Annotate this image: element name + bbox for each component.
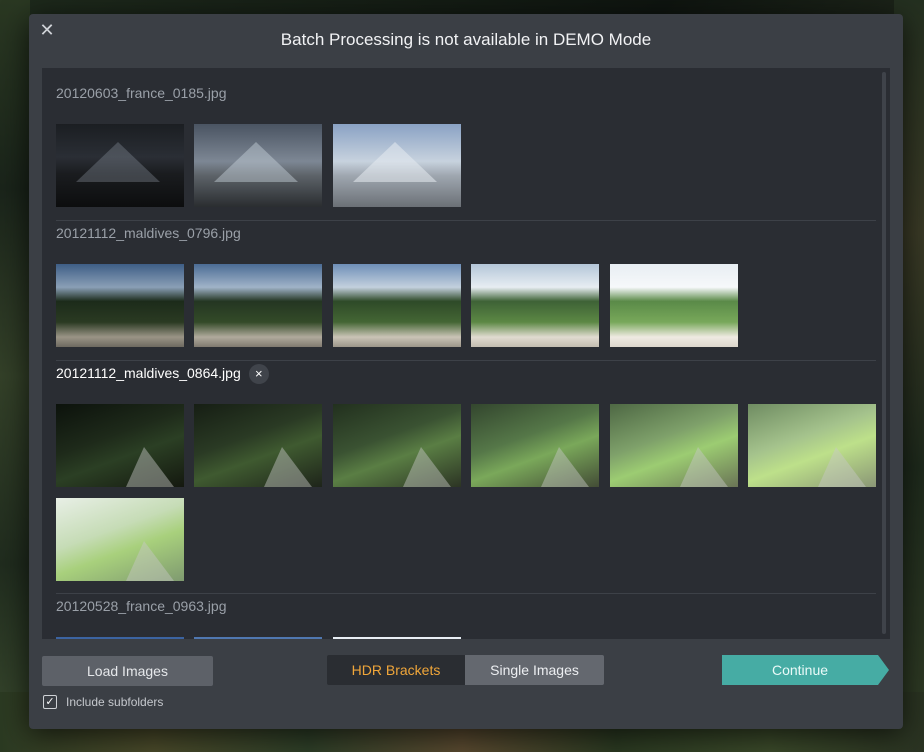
thumbnail[interactable] (56, 404, 184, 487)
thumbnail[interactable] (471, 264, 599, 347)
bracket-list[interactable]: 20120603_france_0185.jpg 20121112_maldiv… (42, 68, 890, 639)
thumbnail[interactable] (333, 637, 461, 639)
bracket-group[interactable]: 20120528_france_0963.jpg (56, 595, 876, 639)
thumbnail[interactable] (56, 498, 184, 581)
single-images-toggle[interactable]: Single Images (465, 655, 604, 685)
thumbnail[interactable] (333, 124, 461, 207)
thumbnail[interactable] (56, 637, 184, 639)
group-title: 20121112_maldives_0796.jpg (56, 225, 241, 241)
thumbnail[interactable] (194, 264, 322, 347)
include-subfolders-checkbox[interactable]: ✓ (43, 695, 57, 709)
include-subfolders-label[interactable]: Include subfolders (66, 695, 163, 709)
bracket-group-selected[interactable]: 20121112_maldives_0864.jpg × (56, 362, 876, 582)
thumbnail[interactable] (56, 264, 184, 347)
group-title: 20120603_france_0185.jpg (56, 85, 227, 101)
thumbnail[interactable] (56, 124, 184, 207)
thumbnail[interactable] (194, 637, 322, 639)
include-subfolders-option[interactable]: ✓ Include subfolders (43, 694, 163, 710)
hdr-brackets-toggle[interactable]: HDR Brackets (327, 655, 465, 685)
bracket-group[interactable]: 20120603_france_0185.jpg (56, 82, 876, 212)
remove-group-icon[interactable]: × (248, 364, 269, 385)
thumbnail[interactable] (333, 404, 461, 487)
batch-dialog: ✕ Batch Processing is not available in D… (29, 14, 903, 729)
group-title-text: 20121112_maldives_0864.jpg (56, 365, 241, 381)
thumbnail[interactable] (471, 404, 599, 487)
thumbnail[interactable] (748, 404, 876, 487)
thumbnail[interactable] (610, 404, 738, 487)
group-divider (56, 360, 876, 361)
continue-arrow-icon[interactable] (878, 655, 889, 685)
load-images-button[interactable]: Load Images (42, 656, 213, 686)
group-divider (56, 220, 876, 221)
scrollbar[interactable] (882, 72, 886, 634)
thumbnail[interactable] (333, 264, 461, 347)
dialog-title: Batch Processing is not available in DEM… (280, 30, 652, 49)
group-title: 20121112_maldives_0864.jpg × (56, 362, 269, 385)
group-title: 20120528_france_0963.jpg (56, 598, 227, 614)
bracket-group[interactable]: 20121112_maldives_0796.jpg (56, 222, 876, 352)
thumbnail[interactable] (610, 264, 738, 347)
group-divider (56, 593, 876, 594)
background-photo-left (0, 0, 30, 752)
thumbnail[interactable] (194, 124, 322, 207)
continue-button[interactable]: Continue (722, 655, 878, 685)
thumbnail[interactable] (194, 404, 322, 487)
